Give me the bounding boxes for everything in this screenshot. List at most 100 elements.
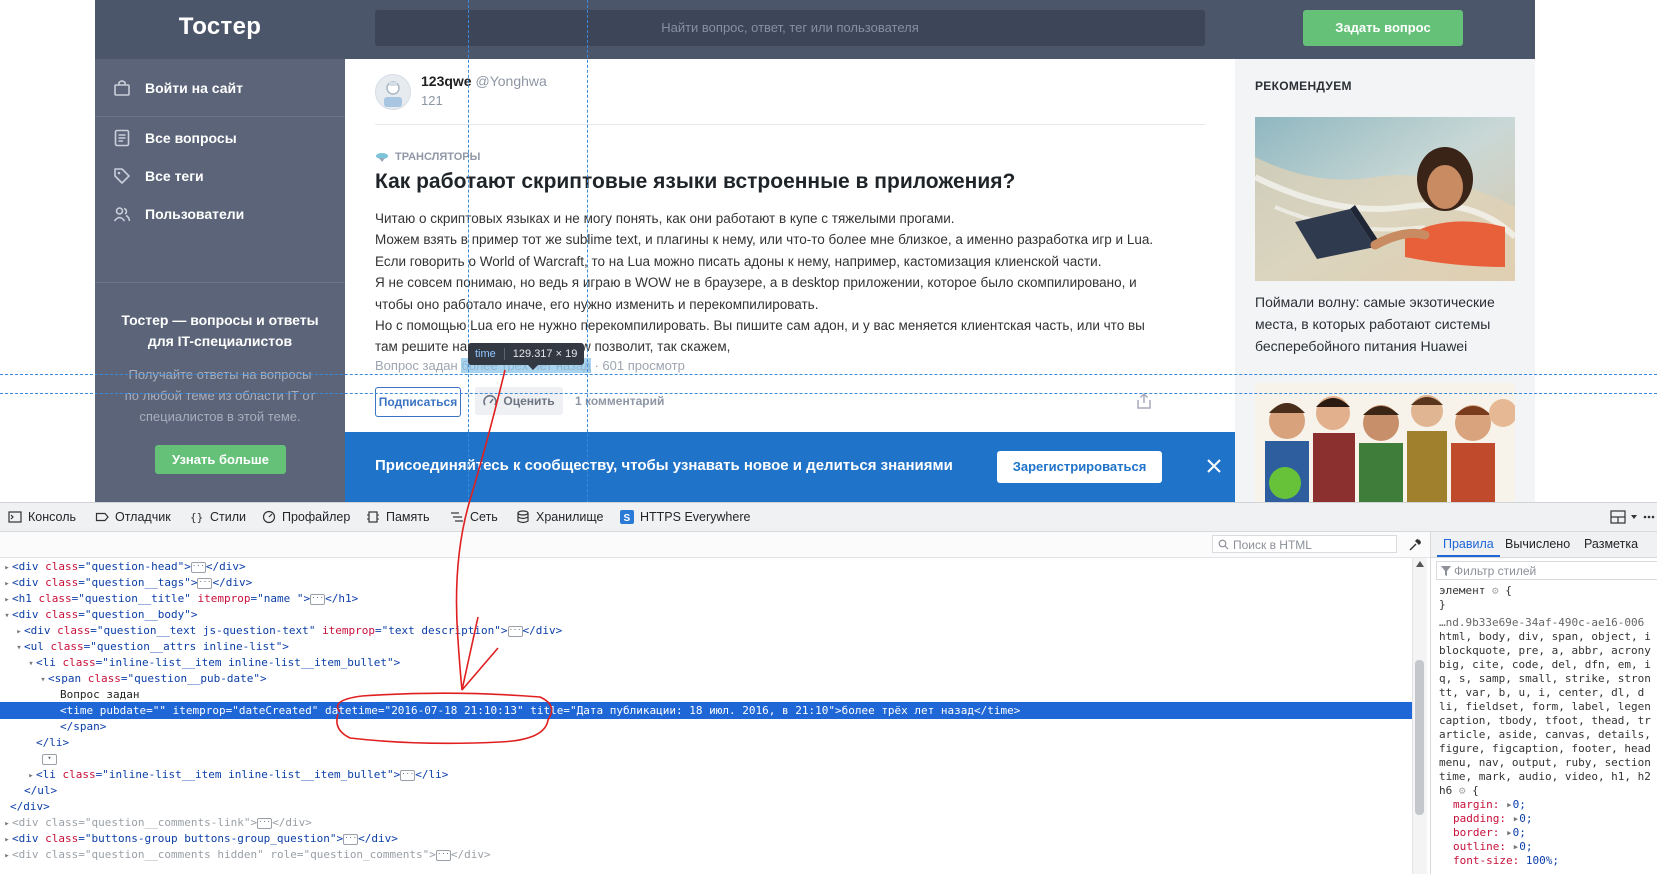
- comments-link[interactable]: 1 комментарий: [575, 394, 664, 408]
- learn-more-button[interactable]: Узнать больше: [155, 445, 286, 474]
- rule-property[interactable]: outline: ▸0;: [1453, 840, 1532, 854]
- markup-node[interactable]: ▸ <div class="question__tags">···</div>: [0, 574, 1412, 591]
- login-label: Войти на сайт: [145, 80, 243, 96]
- user-avatar-icon: [384, 81, 402, 107]
- login-link[interactable]: Войти на сайт: [113, 76, 243, 100]
- rule-source-link[interactable]: …nd.9b33e69e-34af-490c-ae16-006: [1439, 616, 1644, 630]
- markup-node[interactable]: ▸ <div class="question__comments hidden" …: [0, 846, 1412, 863]
- tab-console[interactable]: Консоль: [8, 503, 76, 531]
- rule-element[interactable]: элемент ⚙ {: [1439, 584, 1512, 598]
- database-icon: [517, 510, 529, 524]
- search-input[interactable]: Найти вопрос, ответ, тег или пользовател…: [375, 10, 1205, 46]
- filter-icon: [1441, 566, 1451, 576]
- author-score: 121: [421, 93, 443, 108]
- rules-panel: Правила Вычислено Разметка Фильтр стилей…: [1430, 532, 1657, 874]
- tab-layout[interactable]: Разметка: [1584, 532, 1638, 557]
- eyedropper-icon[interactable]: [1408, 538, 1422, 552]
- tab-profiler[interactable]: Профайлер: [262, 503, 350, 531]
- recommend-image-people[interactable]: [1255, 383, 1515, 502]
- login-icon: [114, 80, 130, 96]
- rule-selector: q, s, samp, small, strike, stron: [1439, 672, 1651, 685]
- gauge-icon: [483, 394, 498, 406]
- register-button[interactable]: Зарегистрироваться: [997, 451, 1162, 483]
- recommend-image-beach[interactable]: [1255, 117, 1515, 281]
- chevron-down-icon[interactable]: [1630, 513, 1638, 521]
- rule-property[interactable]: border: ▸0;: [1453, 826, 1526, 840]
- tab-storage[interactable]: Хранилище: [516, 503, 604, 531]
- html-search-input[interactable]: Поиск в HTML: [1212, 535, 1397, 553]
- rule-property[interactable]: font-size: 100%;: [1453, 854, 1559, 868]
- recommend-column: РЕКОМЕНДУЕМ Поймали волну: самые экзотич…: [1235, 59, 1535, 502]
- tab-network[interactable]: Сеть: [450, 503, 498, 531]
- question-text-line: Я не совсем понимаю, но ведь я играю в W…: [375, 275, 1137, 291]
- markup-text-node[interactable]: Вопрос задан: [0, 686, 1412, 703]
- markup-node[interactable]: ▸ <div class="question__text js-question-…: [0, 622, 1412, 639]
- list-icon: [114, 129, 130, 147]
- tooltip-tag: time: [475, 348, 505, 360]
- site-logo[interactable]: Тостер: [95, 13, 345, 41]
- tab-rules[interactable]: Правила: [1437, 532, 1500, 557]
- author-line[interactable]: 123qwe @Yonghwa: [421, 73, 547, 89]
- avatar[interactable]: [375, 74, 411, 110]
- tab-https-everywhere[interactable]: S HTTPS Everywhere: [620, 503, 750, 531]
- recommend-caption[interactable]: Поймали волну: самые экзотические места,…: [1255, 291, 1520, 357]
- tab-styles[interactable]: {} Стили: [190, 503, 246, 531]
- debugger-icon: [95, 512, 109, 522]
- tab-memory[interactable]: Память: [366, 503, 430, 531]
- sidebar-item-all-questions[interactable]: Все вопросы: [113, 126, 237, 150]
- markup-node[interactable]: </span>: [0, 718, 1412, 735]
- dock-layout-icon[interactable]: [1610, 510, 1626, 524]
- markup-node[interactable]: </li>: [0, 734, 1412, 751]
- scroll-up-icon[interactable]: [1416, 561, 1424, 567]
- author-name[interactable]: 123qwe: [421, 73, 472, 89]
- memory-icon: [367, 511, 379, 523]
- close-icon[interactable]: [1205, 457, 1223, 475]
- tab-computed[interactable]: Вычислено: [1505, 532, 1570, 557]
- rule-close: }: [1439, 598, 1446, 611]
- markup-node[interactable]: ▾ <span class="question__pub-date">: [0, 670, 1412, 687]
- sidebar-divider: [95, 116, 345, 117]
- subscribe-button[interactable]: Подписаться: [375, 387, 461, 417]
- page-margin: [1535, 0, 1657, 502]
- ask-question-button[interactable]: Задать вопрос: [1303, 10, 1463, 46]
- rate-button[interactable]: Оценить: [475, 387, 563, 415]
- tab-label: Стили: [210, 510, 247, 524]
- markup-node[interactable]: ▸ <div class="buttons-group buttons-group…: [0, 830, 1412, 847]
- question-text-line: Читаю о скриптовых языках и не могу поня…: [375, 211, 955, 226]
- markup-scrollbar[interactable]: [1412, 558, 1427, 874]
- markup-view[interactable]: ▸ <div class="question-head">···</div> ▸ <…: [0, 558, 1412, 874]
- markup-node[interactable]: ▸ <div class="question__comments-link">··…: [0, 814, 1412, 831]
- markup-node[interactable]: ▸ <li class="inline-list__item inline-lis…: [0, 766, 1412, 783]
- rule-selector: blockquote, pre, a, abbr, acrony: [1439, 644, 1651, 657]
- markup-node[interactable]: ▾ <ul class="question__attrs inline-list"…: [0, 638, 1412, 655]
- markup-node[interactable]: ▸ <div class="question-head">···</div>: [0, 558, 1412, 575]
- scroll-thumb[interactable]: [1415, 660, 1424, 815]
- devtools-panel: Консоль Отладчик {} Стили Профайлер Памя…: [0, 502, 1657, 874]
- share-icon[interactable]: [1135, 392, 1153, 410]
- inspector-guide: [468, 0, 469, 502]
- author-nick[interactable]: @Yonghwa: [475, 73, 546, 89]
- markup-node[interactable]: ▾ <li class="inline-list__item inline-lis…: [0, 654, 1412, 671]
- tag-logo-icon: [376, 153, 388, 162]
- tab-debugger[interactable]: Отладчик: [95, 503, 171, 531]
- style-filter-input[interactable]: Фильтр стилей: [1436, 561, 1657, 580]
- more-icon[interactable]: [1642, 510, 1656, 524]
- sidebar-item-users[interactable]: Пользователи: [113, 202, 244, 226]
- markup-whitespace-node[interactable]: ▾: [0, 750, 1412, 767]
- markup-node[interactable]: </ul>: [0, 782, 1412, 799]
- tab-label: Память: [386, 510, 430, 524]
- sidebar-item-all-tags[interactable]: Все теги: [113, 164, 204, 188]
- markup-node[interactable]: ▸ <h1 class="question__title" itemprop="n…: [0, 590, 1412, 607]
- rule-selector: figure, figcaption, footer, head: [1439, 742, 1651, 755]
- tag-icon: [114, 168, 130, 184]
- question-text-line: Но с помощью Lua его не нужно перекомпил…: [375, 318, 1145, 334]
- markup-node-selected[interactable]: <time pubdate="" itemprop="dateCreated" …: [0, 702, 1412, 719]
- question-tag[interactable]: ТРАНСЛЯТОРЫ: [375, 151, 480, 163]
- markup-node[interactable]: ▾ <div class="question__body">: [0, 606, 1412, 623]
- join-banner: Присоединяйтесь к сообществу, чтобы узна…: [345, 432, 1235, 502]
- markup-node[interactable]: </div>: [0, 798, 1412, 815]
- rule-property[interactable]: margin: ▸0;: [1453, 798, 1526, 812]
- rule-property[interactable]: padding: ▸0;: [1453, 812, 1532, 826]
- sidebar-item-label: Все вопросы: [145, 130, 237, 146]
- devtools-toolbar: Консоль Отладчик {} Стили Профайлер Памя…: [0, 503, 1657, 532]
